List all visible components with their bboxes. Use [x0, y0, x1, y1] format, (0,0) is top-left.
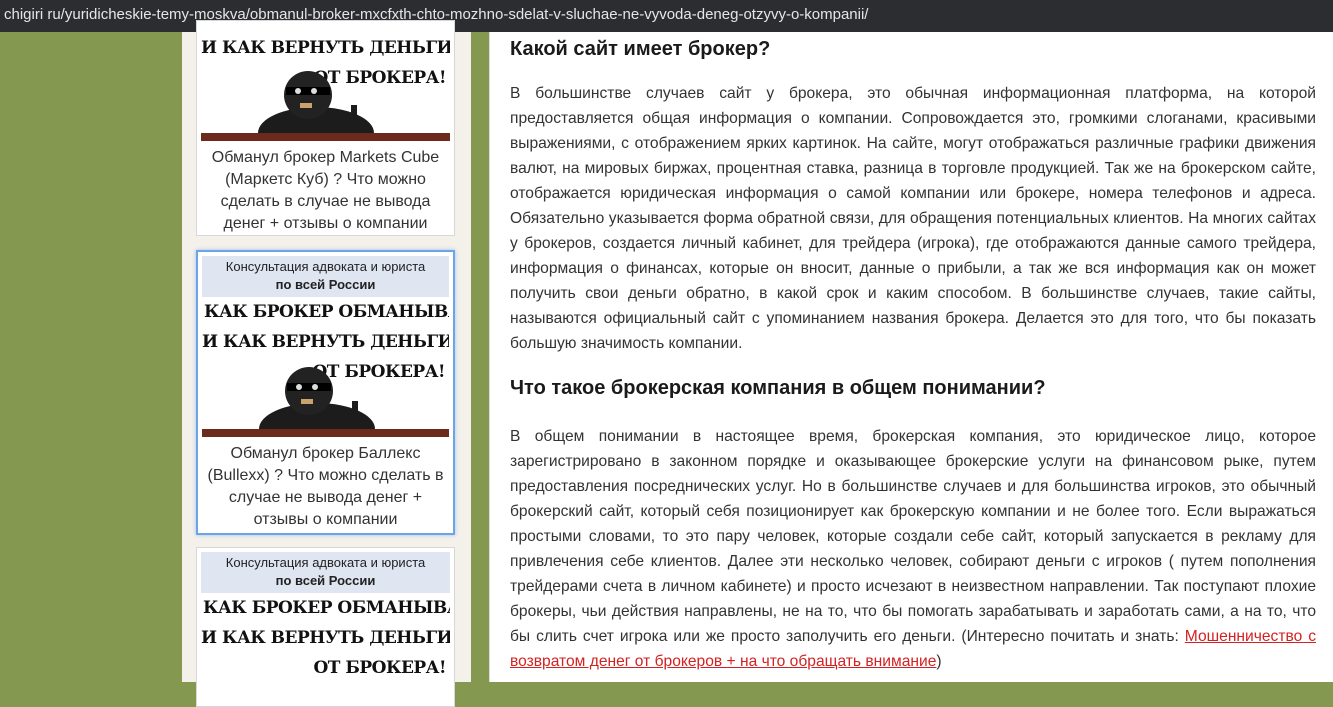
- related-post-card[interactable]: Консультация адвоката и юриста по всей Р…: [196, 250, 455, 535]
- paragraph-text: В общем понимании в настоящее время, бро…: [510, 428, 1316, 645]
- villain-figure-icon: [258, 71, 374, 135]
- post-title-link[interactable]: Обманул брокер Баллекс (Bullexx) ? Что м…: [198, 437, 453, 541]
- related-post-card[interactable]: Консультация адвоката и юриста по всей Р…: [196, 547, 455, 707]
- banner-text: И КАК ВЕРНУТЬ ДЕНЬГИ: [201, 628, 450, 648]
- related-post-card[interactable]: И КАК ВЕРНУТЬ ДЕНЬГИ ОТ БРОКЕРА! Обманул…: [196, 20, 455, 236]
- banner-floor: [201, 133, 450, 141]
- sidebar: И КАК ВЕРНУТЬ ДЕНЬГИ ОТ БРОКЕРА! Обманул…: [182, 20, 471, 707]
- banner-text: КАК БРОКЕР ОБМАНЫВАЕТ!: [204, 302, 449, 322]
- consultation-text: Консультация адвоката и юриста: [225, 259, 426, 274]
- consultation-label: Консультация адвоката и юриста по всей Р…: [201, 552, 450, 593]
- post-title-link[interactable]: Обманул брокер Markets Cube (Маркетс Куб…: [197, 141, 454, 245]
- consultation-text: Консультация адвоката и юриста: [225, 555, 426, 570]
- banner-text: И КАК ВЕРНУТЬ ДЕНЬГИ: [201, 38, 450, 58]
- consultation-region: по всей России: [275, 573, 376, 588]
- section-heading: Что такое брокерская компания в общем по…: [510, 377, 1046, 399]
- villain-figure-icon: [259, 367, 375, 431]
- article-content: Какой сайт имеет брокер? В большинстве с…: [489, 32, 1333, 682]
- banner-text: ОТ БРОКЕРА!: [313, 658, 446, 678]
- banner-text: И КАК ВЕРНУТЬ ДЕНЬГИ: [202, 332, 449, 352]
- section-heading: Какой сайт имеет брокер?: [510, 38, 771, 60]
- consultation-region: по всей России: [275, 277, 376, 292]
- banner-image: КАК БРОКЕР ОБМАНЫВАЕТ! И КАК ВЕРНУТЬ ДЕН…: [201, 593, 450, 693]
- banner-floor: [202, 429, 449, 437]
- article-paragraph: В большинстве случаев сайт у брокера, эт…: [510, 85, 1316, 352]
- banner-image: КАК БРОКЕР ОБМАНЫВАЕТ! И КАК ВЕРНУТЬ ДЕН…: [202, 297, 449, 437]
- article-paragraph: В общем понимании в настоящее время, бро…: [510, 424, 1316, 674]
- consultation-label: Консультация адвоката и юриста по всей Р…: [202, 256, 449, 297]
- paragraph-text: ): [936, 653, 942, 670]
- banner-text: КАК БРОКЕР ОБМАНЫВАЕТ!: [203, 598, 450, 618]
- page-background: [0, 32, 182, 682]
- banner-image: И КАК ВЕРНУТЬ ДЕНЬГИ ОТ БРОКЕРА!: [201, 25, 450, 141]
